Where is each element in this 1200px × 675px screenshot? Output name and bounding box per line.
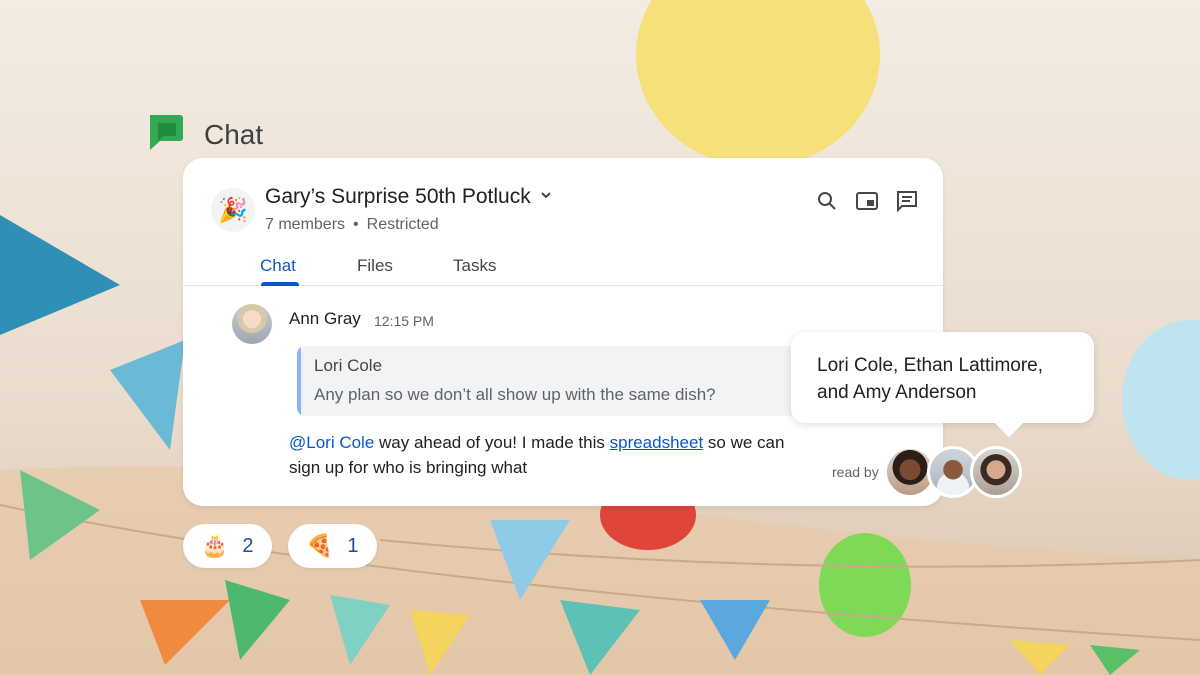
green-balloon xyxy=(819,533,911,637)
member-count: 7 members xyxy=(265,216,346,233)
tab-chat[interactable]: Chat xyxy=(260,256,296,276)
room-meta: 7 members • Restricted xyxy=(265,216,439,234)
reaction-pizza[interactable]: 🍕 1 xyxy=(288,524,377,568)
quote-text: Any plan so we don’t all show up with th… xyxy=(314,385,716,404)
mention-chip[interactable]: @Lori Cole xyxy=(289,433,374,452)
reaction-count: 2 xyxy=(242,534,254,557)
google-chat-icon xyxy=(146,113,184,156)
message-time: 12:15 PM xyxy=(374,313,434,329)
tab-bar: Chat Files Tasks xyxy=(183,248,943,286)
chevron-down-icon[interactable] xyxy=(539,188,553,207)
party-popper-icon: 🎉 xyxy=(211,188,255,232)
threads-icon[interactable] xyxy=(895,189,919,213)
sender-name: Ann Gray xyxy=(289,309,361,328)
brand-header: Chat xyxy=(146,113,263,156)
readers-tooltip: Lori Cole, Ethan Lattimore, and Amy Ande… xyxy=(791,332,1094,438)
brand-name: Chat xyxy=(204,118,264,150)
readers-tooltip-text: Lori Cole, Ethan Lattimore, and Amy Ande… xyxy=(817,355,1044,403)
tab-tasks[interactable]: Tasks xyxy=(453,256,496,276)
avatar[interactable] xyxy=(232,304,272,344)
birthday-cake-icon: 🎂 xyxy=(201,533,229,558)
message-text-before: way ahead of you! I made this xyxy=(374,433,610,452)
avatar[interactable] xyxy=(970,446,1022,498)
tab-files[interactable]: Files xyxy=(357,256,393,276)
spreadsheet-link[interactable]: spreadsheet xyxy=(610,433,704,452)
quoted-message[interactable]: Lori Cole Any plan so we don’t all show … xyxy=(297,346,807,416)
room-actions xyxy=(815,189,919,213)
room-title[interactable]: Gary’s Surprise 50th Potluck xyxy=(265,185,553,209)
meta-separator: • xyxy=(353,216,359,233)
quote-bar xyxy=(297,346,301,416)
quote-author: Lori Cole xyxy=(314,356,383,375)
room-access: Restricted xyxy=(366,216,439,233)
active-tab-indicator xyxy=(261,282,299,286)
reaction-cake[interactable]: 🎂 2 xyxy=(183,524,272,568)
picture-in-picture-icon[interactable] xyxy=(855,189,879,213)
search-icon[interactable] xyxy=(815,189,839,213)
read-receipts[interactable] xyxy=(884,446,1022,498)
reaction-count: 1 xyxy=(347,534,359,557)
read-by-label: read by xyxy=(832,464,879,480)
pizza-icon: 🍕 xyxy=(306,533,334,558)
room-title-text: Gary’s Surprise 50th Potluck xyxy=(265,185,531,208)
message-body: @Lori Cole way ahead of you! I made this… xyxy=(289,430,789,480)
